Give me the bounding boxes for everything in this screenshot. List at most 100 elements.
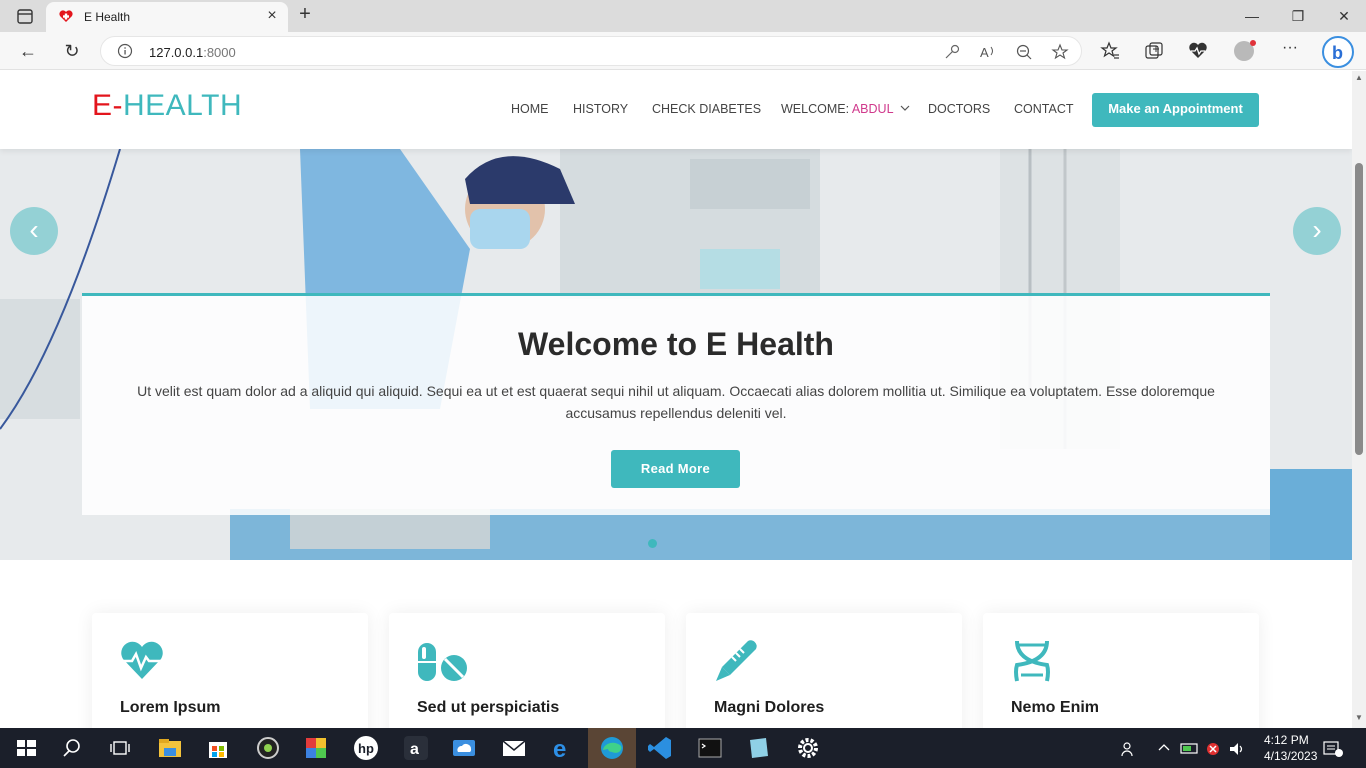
hero-title: Welcome to E Health bbox=[518, 326, 834, 362]
back-icon[interactable]: ← bbox=[14, 39, 42, 63]
health-heart-icon[interactable] bbox=[1188, 41, 1208, 61]
add-favorite-icon[interactable] bbox=[1051, 43, 1069, 61]
network-disconnected-icon[interactable] bbox=[1204, 740, 1222, 761]
store-icon[interactable] bbox=[204, 734, 232, 762]
vscode-icon[interactable] bbox=[646, 734, 674, 762]
volume-icon[interactable] bbox=[1228, 740, 1246, 761]
hero-caption-box: Welcome to E Health Ut velit est quam do… bbox=[82, 293, 1270, 515]
mail-icon[interactable] bbox=[500, 734, 528, 762]
refresh-icon[interactable]: ↻ bbox=[58, 39, 86, 63]
feature-card: Sed ut perspiciatis bbox=[389, 613, 665, 728]
zoom-out-icon[interactable] bbox=[1015, 43, 1033, 61]
svg-text:e: e bbox=[553, 736, 566, 762]
battery-icon[interactable] bbox=[1180, 740, 1202, 759]
thermometer-icon bbox=[712, 637, 760, 685]
carousel-prev-button[interactable]: ‹ bbox=[10, 207, 58, 255]
welcome-user: ABDUL bbox=[851, 102, 894, 116]
hp-icon[interactable]: hp bbox=[352, 734, 380, 762]
svg-text:b: b bbox=[1332, 43, 1343, 63]
heart-pulse-icon bbox=[118, 637, 166, 685]
address-bar[interactable]: 127.0.0.1:8000 A bbox=[100, 36, 1082, 66]
tab-actions-icon[interactable] bbox=[10, 6, 38, 28]
feature-title: Nemo Enim bbox=[1011, 699, 1100, 716]
key-icon[interactable] bbox=[943, 43, 961, 61]
nav-doctors[interactable]: DOCTORS bbox=[928, 102, 990, 116]
more-options-icon[interactable]: ··· bbox=[1280, 39, 1300, 59]
color-app-icon[interactable] bbox=[302, 734, 330, 762]
nav-home[interactable]: HOME bbox=[511, 102, 549, 116]
feature-card: Lorem Ipsum bbox=[92, 613, 368, 728]
svg-text:hp: hp bbox=[358, 741, 374, 756]
site-favicon-icon bbox=[58, 8, 74, 24]
notes-app-icon[interactable] bbox=[744, 734, 772, 762]
settings-gear-icon[interactable] bbox=[794, 734, 822, 762]
site-logo[interactable]: E-HEALTH bbox=[92, 89, 242, 123]
weather-app-icon[interactable] bbox=[450, 734, 478, 762]
hero-carousel: ‹ › Welcome to E Health Ut velit est qua… bbox=[0, 149, 1352, 560]
url-port: :8000 bbox=[203, 45, 236, 60]
feature-card: Magni Dolores bbox=[686, 613, 962, 728]
browser-toolbar: ← ↻ 127.0.0.1:8000 A ··· b bbox=[0, 32, 1366, 70]
feature-title: Lorem Ipsum bbox=[120, 699, 221, 716]
minimize-icon[interactable]: — bbox=[1234, 4, 1270, 28]
site-header: E-HEALTH HOME HISTORY CHECK DIABETES WEL… bbox=[0, 71, 1352, 149]
logo-name: HEALTH bbox=[123, 89, 243, 122]
notification-dot bbox=[1250, 40, 1256, 46]
site-info-icon[interactable] bbox=[117, 43, 133, 59]
tab-title: E Health bbox=[84, 10, 131, 24]
feature-card: Nemo Enim bbox=[983, 613, 1259, 728]
edge-icon[interactable] bbox=[598, 734, 626, 762]
notifications-icon[interactable] bbox=[1322, 740, 1344, 761]
system-clock[interactable]: 4:12 PM 4/13/2023 bbox=[1264, 732, 1318, 764]
nav-check-diabetes[interactable]: CHECK DIABETES bbox=[652, 102, 761, 116]
url-text: 127.0.0.1:8000 bbox=[149, 45, 236, 60]
carousel-next-button[interactable]: › bbox=[1293, 207, 1341, 255]
people-icon[interactable] bbox=[1120, 740, 1138, 761]
close-window-icon[interactable]: ✕ bbox=[1326, 4, 1362, 28]
windows-taskbar: hp a e 4:12 PM 4/13/2023 bbox=[0, 728, 1366, 768]
read-more-button[interactable]: Read More bbox=[611, 450, 740, 488]
feature-cards: Lorem Ipsum Sed ut perspiciatis Magni Do… bbox=[0, 613, 1352, 728]
page-viewport: E-HEALTH HOME HISTORY CHECK DIABETES WEL… bbox=[0, 71, 1352, 728]
nav-history[interactable]: HISTORY bbox=[573, 102, 628, 116]
pills-icon bbox=[415, 637, 467, 685]
svg-text:A: A bbox=[980, 45, 989, 60]
restore-icon[interactable]: ❐ bbox=[1280, 4, 1316, 28]
collections-icon[interactable] bbox=[1144, 41, 1164, 61]
browser-tab-bar: E Health × + — ❐ ✕ bbox=[0, 0, 1366, 32]
terminal-icon[interactable] bbox=[696, 734, 724, 762]
file-explorer-icon[interactable] bbox=[156, 734, 184, 762]
scrollbar-thumb[interactable] bbox=[1355, 163, 1363, 455]
clock-time: 4:12 PM bbox=[1264, 733, 1309, 747]
chevron-down-icon bbox=[900, 105, 909, 111]
page-scrollbar[interactable]: ▲ ▼ bbox=[1352, 71, 1366, 728]
make-appointment-button[interactable]: Make an Appointment bbox=[1092, 93, 1259, 127]
bing-chat-icon[interactable]: b bbox=[1322, 36, 1354, 68]
dna-icon bbox=[1009, 637, 1057, 685]
tray-chevron-up-icon[interactable] bbox=[1157, 740, 1171, 757]
url-host: 127.0.0.1 bbox=[149, 45, 204, 60]
nav-contact[interactable]: CONTACT bbox=[1014, 102, 1074, 116]
carousel-indicator-active[interactable] bbox=[648, 539, 657, 548]
feature-title: Sed ut perspiciatis bbox=[417, 699, 560, 716]
nav-welcome-dropdown[interactable]: WELCOME: ABDUL bbox=[781, 102, 911, 116]
browser-tab[interactable]: E Health × bbox=[46, 2, 288, 32]
svg-text:a: a bbox=[410, 741, 419, 758]
close-tab-icon[interactable]: × bbox=[264, 8, 280, 24]
feature-title: Magni Dolores bbox=[714, 699, 825, 716]
carousel-indicators bbox=[648, 535, 663, 548]
webcam-app-icon[interactable] bbox=[254, 734, 282, 762]
scroll-down-icon[interactable]: ▼ bbox=[1355, 713, 1363, 722]
task-view-icon[interactable] bbox=[106, 734, 134, 762]
clock-date: 4/13/2023 bbox=[1264, 749, 1318, 763]
windows-start-icon[interactable] bbox=[12, 734, 40, 762]
hero-text: Ut velit est quam dolor ad a aliquid qui… bbox=[137, 383, 1215, 421]
favorites-icon[interactable] bbox=[1100, 41, 1120, 61]
scroll-up-icon[interactable]: ▲ bbox=[1355, 73, 1363, 82]
logo-prefix: E- bbox=[92, 89, 123, 122]
new-tab-icon[interactable]: + bbox=[294, 4, 316, 26]
amazon-icon[interactable]: a bbox=[402, 734, 430, 762]
search-icon[interactable] bbox=[58, 734, 86, 762]
edge-legacy-icon[interactable]: e bbox=[548, 734, 576, 763]
read-aloud-icon[interactable]: A bbox=[979, 43, 997, 61]
